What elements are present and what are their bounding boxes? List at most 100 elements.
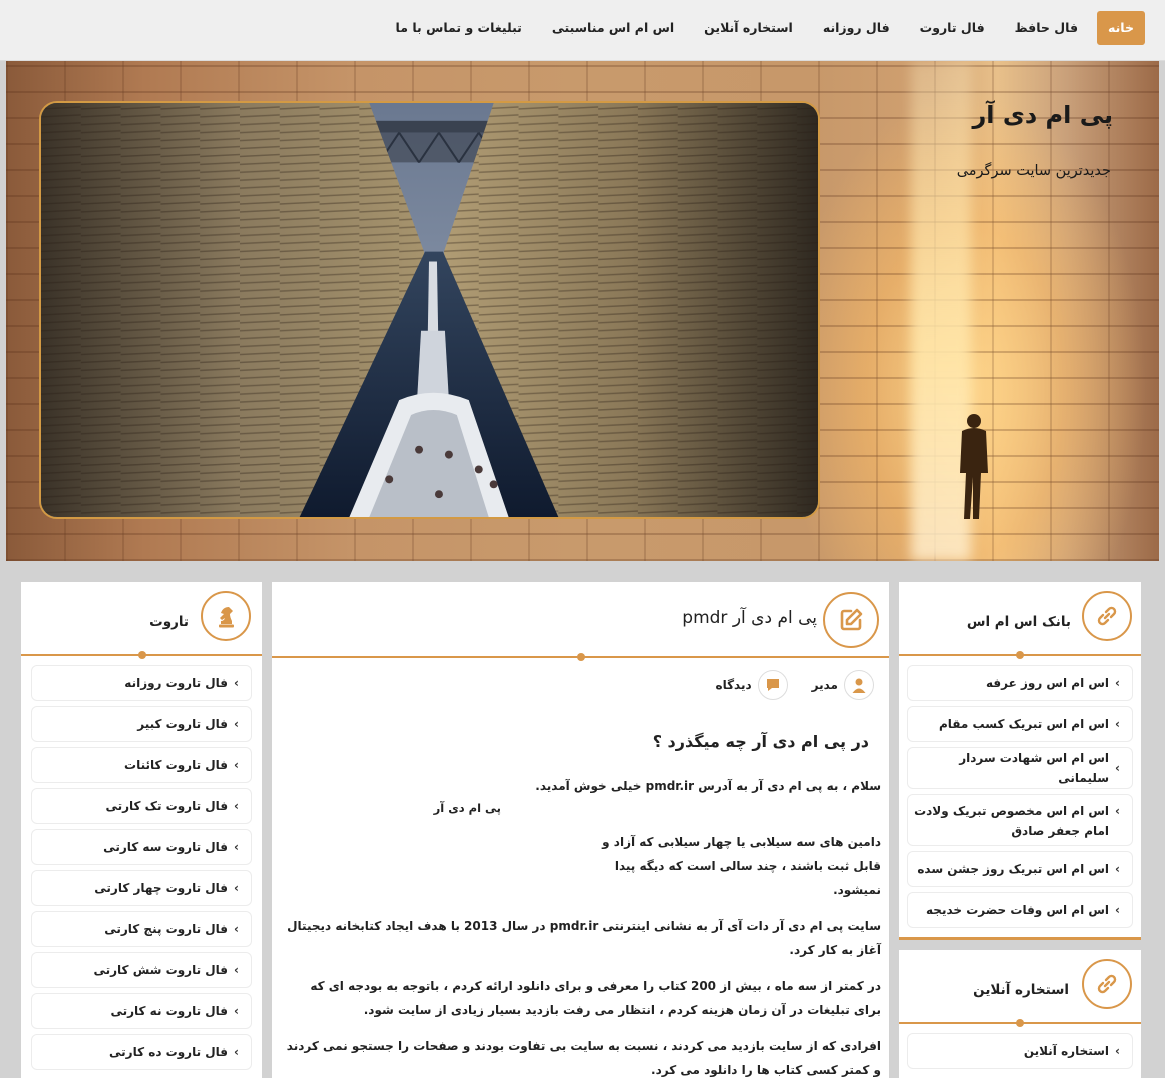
- hero-image: [39, 101, 820, 519]
- list-item-label: اس ام اس روز عرفه: [986, 676, 1110, 690]
- list-item[interactable]: › استخاره آنلاین: [907, 1033, 1133, 1069]
- chevron-left-icon: ›: [234, 1045, 239, 1059]
- chevron-left-icon: ›: [1115, 676, 1120, 690]
- list-item[interactable]: › اس ام اس تبریک کسب مقام: [907, 706, 1133, 742]
- site-title[interactable]: پی ام دی آر: [972, 101, 1113, 129]
- nav-item-estekhare[interactable]: استخاره آنلاین: [693, 11, 804, 45]
- post-paragraph: افرادی که از سایت بازدید می کردند ، نسبت…: [286, 1039, 881, 1077]
- chevron-left-icon: ›: [234, 963, 239, 977]
- chevron-left-icon: ›: [234, 717, 239, 731]
- list-item[interactable]: › اس ام اس مخصوص تبریک ولادت امام جعفر صا…: [907, 794, 1133, 846]
- site-tagline: جدیدترین سایت سرگرمی: [956, 163, 1111, 179]
- list-item-label: اس ام اس شهادت سردار سلیمانی: [959, 751, 1110, 785]
- estekhare-widget-header: استخاره آنلاین: [899, 950, 1141, 1027]
- list-item-label: فال تاروت چهار کارتی: [94, 881, 229, 895]
- post-paragraph: در کمتر از سه ماه ، بیش از 200 کتاب را م…: [310, 979, 881, 1017]
- chevron-left-icon: ›: [1115, 1044, 1120, 1058]
- list-item-label: فال تاروت کائنات: [124, 758, 229, 772]
- list-item-label: اس ام اس تبریک کسب مقام: [938, 717, 1110, 731]
- estekhare-widget-title: استخاره آنلاین: [973, 982, 1069, 998]
- post-body: در پی ام دی آر چه میگذرد ؟ سلام ، به پی …: [281, 730, 881, 1078]
- nav-item-tarot[interactable]: فال تاروت: [909, 11, 996, 45]
- chevron-left-icon: ›: [1115, 804, 1120, 818]
- nav-item-home[interactable]: خانه: [1097, 11, 1145, 45]
- post-author[interactable]: مدیر: [812, 678, 838, 692]
- widget-gap: [899, 940, 1141, 950]
- list-item-label: فال تاروت روزانه: [124, 676, 229, 690]
- divider-dot: [1016, 651, 1024, 659]
- post-header: پی ام دی آر pmdr: [272, 582, 889, 661]
- post-paragraph: دامین های سه سیلابی یا چهار سیلابی که آز…: [602, 835, 881, 897]
- chevron-left-icon: ›: [234, 922, 239, 936]
- chevron-left-icon: ›: [234, 840, 239, 854]
- post-title[interactable]: پی ام دی آر pmdr: [682, 608, 817, 628]
- list-item[interactable]: › فال تاروت سه کارتی: [31, 829, 252, 865]
- list-item[interactable]: › اس ام اس تبریک روز جشن سده: [907, 851, 1133, 887]
- sms-widget-header: بانک اس ام اس: [899, 582, 1141, 659]
- post-meta: مدیر دیدگاه: [715, 670, 874, 700]
- chevron-left-icon: ›: [1115, 717, 1120, 731]
- nav-item-hafez[interactable]: فال حافظ: [1004, 11, 1089, 45]
- chess-knight-icon: [201, 591, 251, 641]
- chevron-left-icon: ›: [234, 799, 239, 813]
- list-item[interactable]: › اس ام اس شهادت سردار سلیمانی: [907, 747, 1133, 789]
- list-item[interactable]: › اس ام اس وفات حضرت خدیجه: [907, 892, 1133, 928]
- nav-item-daily[interactable]: فال روزانه: [812, 11, 901, 45]
- link-icon: [1082, 959, 1132, 1009]
- list-item-label: فال تاروت پنج کارتی: [104, 922, 229, 936]
- list-item[interactable]: › فال تاروت کائنات: [31, 747, 252, 783]
- chevron-left-icon: ›: [1115, 903, 1120, 917]
- canal-ship-illustration: [41, 103, 818, 517]
- list-item[interactable]: › فال تاروت پنج کارتی: [31, 911, 252, 947]
- nav-item-contact[interactable]: تبلیغات و تماس با ما: [385, 11, 533, 45]
- divider-dot: [576, 653, 585, 661]
- divider-dot: [1016, 1019, 1024, 1027]
- post-slogan: پی ام دی آر: [433, 801, 501, 815]
- sms-widget-title: بانک اس ام اس: [966, 614, 1071, 630]
- list-item-label: فال تاروت تک کارتی: [105, 799, 229, 813]
- sms-list: › اس ام اس روز عرفه › اس ام اس تبریک کسب م…: [899, 656, 1141, 937]
- main-post: پی ام دی آر pmdr مدیر دیدگاه در پی ام دی…: [272, 582, 889, 1078]
- divider-dot: [137, 651, 146, 659]
- list-item[interactable]: › فال تاروت ده کارتی: [31, 1034, 252, 1070]
- edit-icon: [823, 592, 879, 648]
- list-item-label: فال تاروت ده کارتی: [109, 1045, 229, 1059]
- post-comments-link[interactable]: دیدگاه: [715, 678, 751, 692]
- chevron-left-icon: ›: [234, 1004, 239, 1018]
- list-item[interactable]: › فال تاروت کبیر: [31, 706, 252, 742]
- chevron-left-icon: ›: [1115, 862, 1120, 876]
- top-navigation: خانه فال حافظ فال تاروت فال روزانه استخا…: [0, 0, 1165, 61]
- chevron-left-icon: ›: [1115, 761, 1120, 775]
- tarot-widget-header: تاروت: [21, 582, 262, 659]
- nav-menu: خانه فال حافظ فال تاروت فال روزانه استخا…: [385, 11, 1145, 45]
- walking-person-silhouette: [960, 414, 988, 519]
- list-item[interactable]: › فال تاروت شش کارتی: [31, 952, 252, 988]
- chevron-left-icon: ›: [234, 676, 239, 690]
- list-item-label: فال تاروت نه کارتی: [110, 1004, 229, 1018]
- tarot-list: › فال تاروت روزانه › فال تاروت کبیر › فال ت…: [21, 656, 262, 1078]
- chevron-left-icon: ›: [234, 881, 239, 895]
- nav-item-sms[interactable]: اس ام اس مناسبتی: [541, 11, 685, 45]
- list-item[interactable]: › فال تاروت نه کارتی: [31, 993, 252, 1029]
- chevron-left-icon: ›: [234, 758, 239, 772]
- sidebar-left: تاروت › فال تاروت روزانه › فال تاروت کبیر …: [21, 582, 262, 1078]
- list-item-label: اس ام اس مخصوص تبریک ولادت امام جعفر صاد…: [914, 804, 1110, 838]
- user-icon: [844, 670, 874, 700]
- post-paragraph: سایت پی ام دی آر دات آی آر به نشانی اینت…: [287, 919, 881, 957]
- list-item[interactable]: › اس ام اس روز عرفه: [907, 665, 1133, 701]
- list-item[interactable]: › فال تاروت تک کارتی: [31, 788, 252, 824]
- list-item[interactable]: › فال تاروت چهار کارتی: [31, 870, 252, 906]
- post-paragraph: سلام ، به پی ام دی آر به آدرس pmdr.ir خی…: [535, 779, 881, 793]
- sms-widget: بانک اس ام اس › اس ام اس روز عرفه › اس ام …: [899, 582, 1141, 940]
- list-item[interactable]: › فال تاروت روزانه: [31, 665, 252, 701]
- estekhare-widget: استخاره آنلاین › استخاره آنلاین: [899, 950, 1141, 1078]
- link-icon: [1082, 591, 1132, 641]
- tarot-widget-title: تاروت: [149, 614, 189, 630]
- list-item-label: فال تاروت شش کارتی: [93, 963, 229, 977]
- list-item-label: استخاره آنلاین: [1023, 1044, 1110, 1058]
- list-item-label: اس ام اس وفات حضرت خدیجه: [926, 903, 1110, 917]
- list-item-label: فال تاروت سه کارتی: [103, 840, 229, 854]
- list-item-label: فال تاروت کبیر: [137, 717, 229, 731]
- sidebar-right: بانک اس ام اس › اس ام اس روز عرفه › اس ام …: [899, 582, 1141, 1078]
- site-header: پی ام دی آر جدیدترین سایت سرگرمی: [6, 61, 1159, 561]
